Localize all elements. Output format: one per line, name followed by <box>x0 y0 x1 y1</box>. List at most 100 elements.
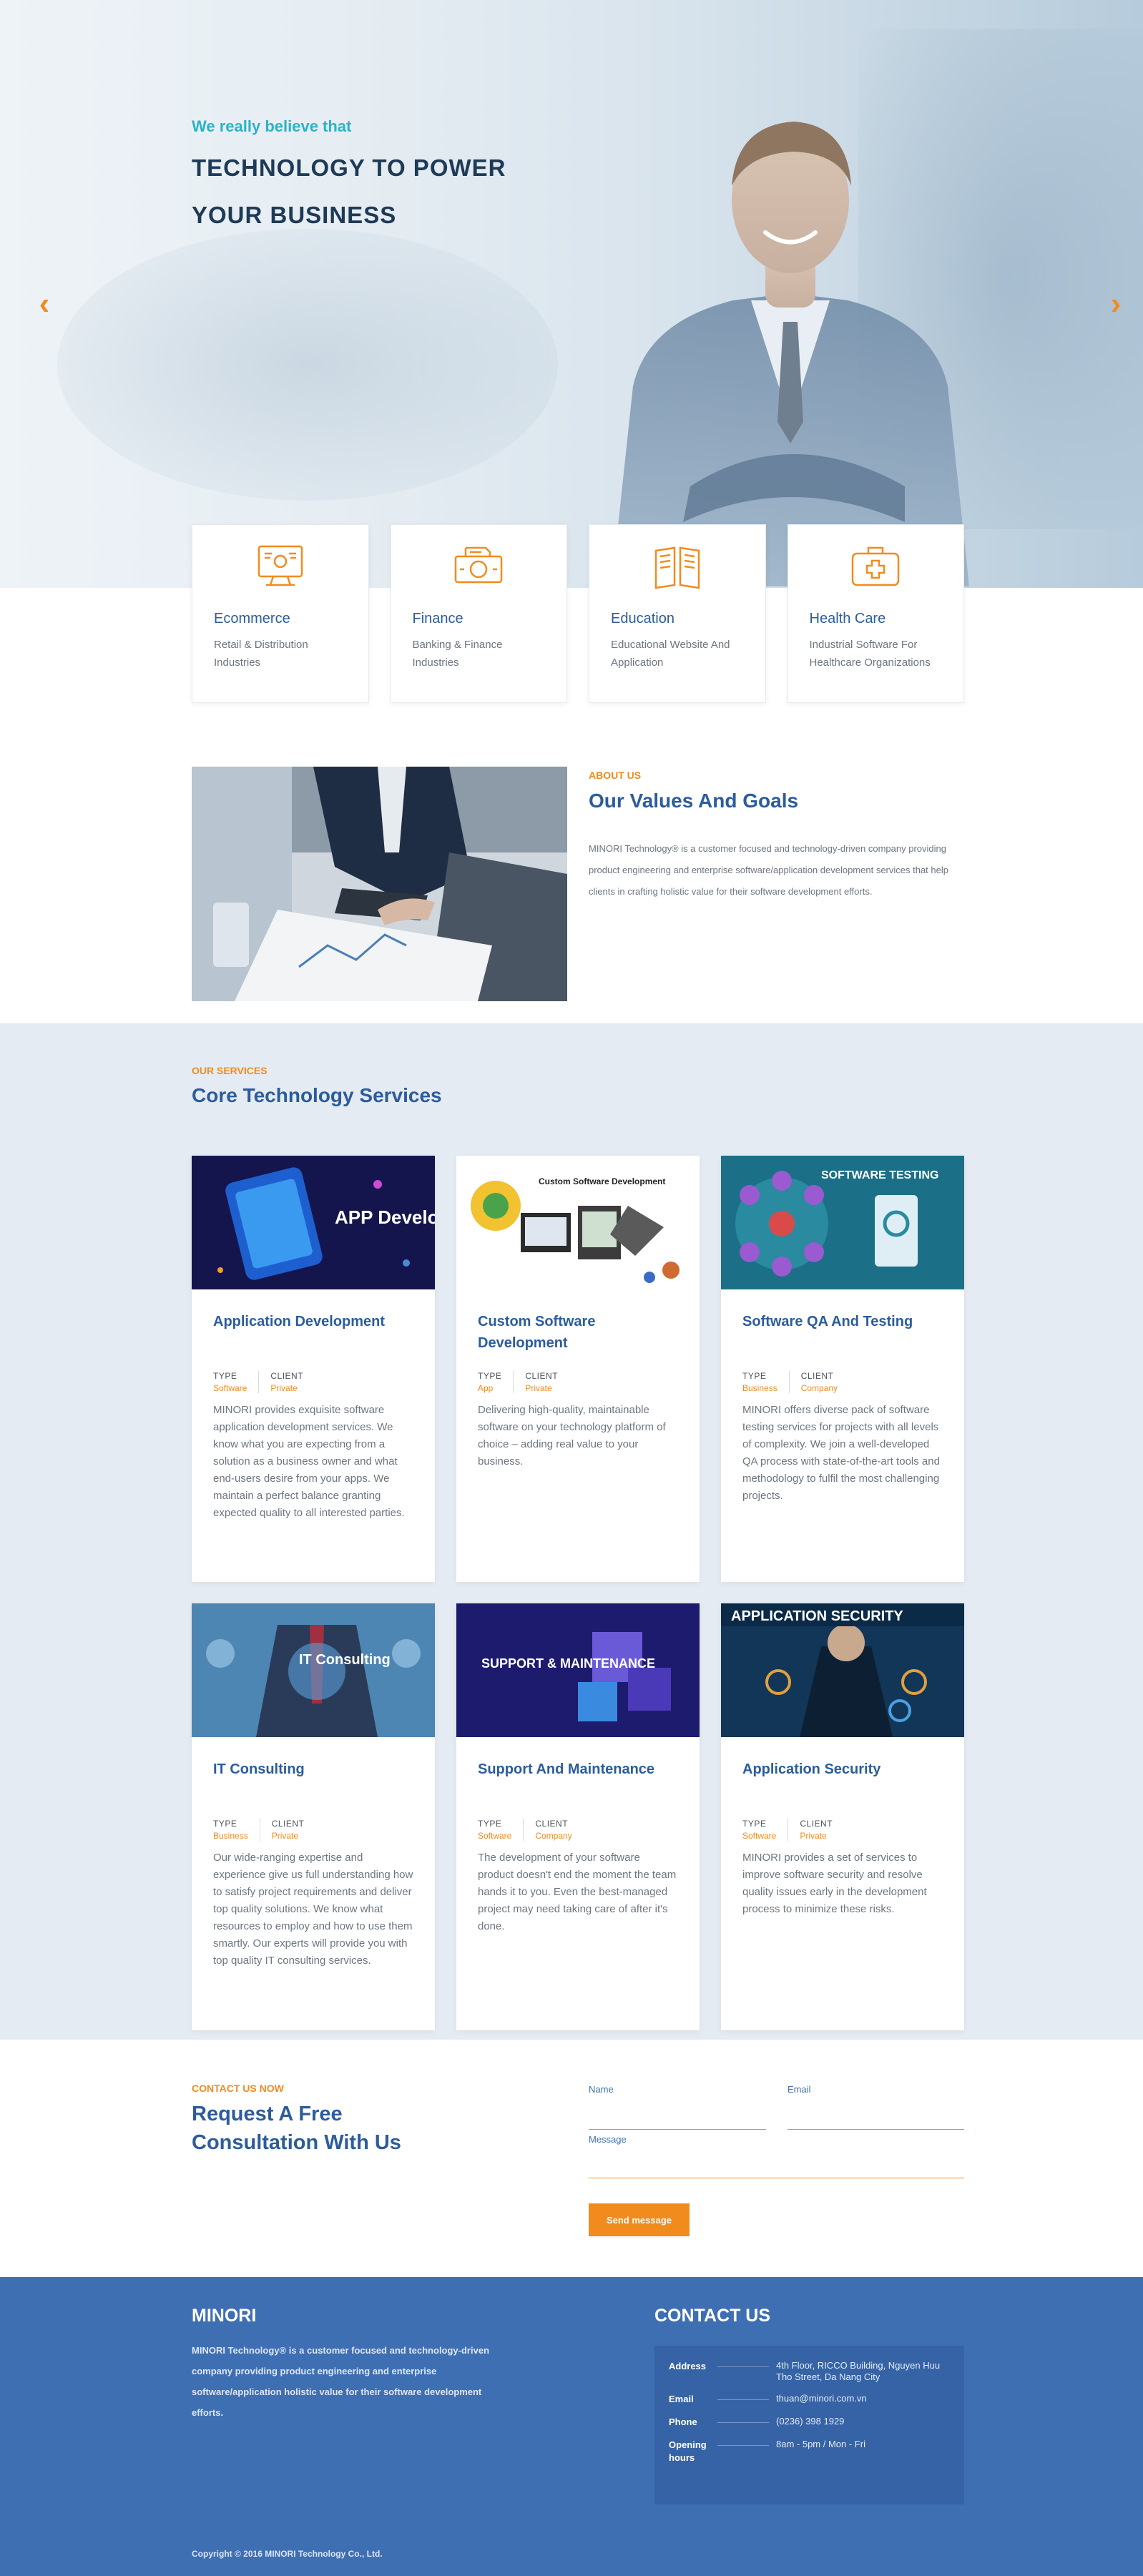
contact-row-hours: Opening hours 8am - 5pm / Mon - Fri <box>669 2439 950 2464</box>
type-value: Software <box>213 1383 247 1393</box>
type-value: Software <box>742 1831 777 1841</box>
send-message-button[interactable]: Send message <box>589 2203 690 2236</box>
service-title: Software QA And Testing <box>742 1314 913 1329</box>
service-image: Custom Software Development <box>456 1156 700 1289</box>
service-title: Custom Software Development <box>478 1314 596 1351</box>
service-image: APPLICATION SECURITY <box>721 1603 964 1737</box>
client-value: Private <box>525 1383 552 1393</box>
service-card-it-consulting[interactable]: IT Consulting IT Consulting TYPE Business… <box>192 1603 435 2030</box>
contact-key: Phone <box>669 2416 776 2429</box>
service-image: APP Development <box>192 1156 435 1289</box>
industry-title: Education <box>611 611 674 626</box>
service-image: SOFTWARE TESTING <box>721 1156 964 1289</box>
contact-row-phone: Phone (0236) 398 1929 <box>669 2416 950 2429</box>
client-value: Private <box>271 1831 299 1841</box>
service-image: IT Consulting <box>192 1603 435 1737</box>
industry-title: Health Care <box>809 611 886 626</box>
message-field[interactable] <box>589 2153 964 2178</box>
service-image-text: SOFTWARE TESTING <box>821 1169 938 1181</box>
service-meta: TYPE App CLIENT Private <box>478 1371 678 1393</box>
industry-desc: Educational Website And Application <box>611 639 730 669</box>
chevron-left-icon[interactable]: ‹ <box>30 287 59 320</box>
service-image: SUPPORT & MAINTENANCE <box>456 1603 700 1737</box>
client-value: Private <box>270 1383 298 1393</box>
footer-contact-box: Address 4th Floor, RICCO Building, Nguye… <box>654 2346 964 2504</box>
chevron-right-icon[interactable]: › <box>1102 287 1130 320</box>
service-image-text: APP Development <box>335 1206 435 1228</box>
client-label: CLIENT <box>525 1371 559 1381</box>
service-card-support-maintenance[interactable]: SUPPORT & MAINTENANCE Support And Mainte… <box>456 1603 700 2030</box>
client-value: Company <box>800 1383 838 1393</box>
client-label: CLIENT <box>271 1819 305 1829</box>
service-card-qa-testing[interactable]: SOFTWARE TESTING Software QA And Testing… <box>721 1156 964 1582</box>
service-card-app-security[interactable]: APPLICATION SECURITY Application Securit… <box>721 1603 964 2030</box>
hero-title-line: YOUR BUSINESS <box>192 202 397 228</box>
about-text: MINORI Technology® is a customer focused… <box>589 843 948 897</box>
type-label: TYPE <box>478 1819 502 1829</box>
name-field[interactable] <box>589 2105 766 2130</box>
service-card-custom-software[interactable]: Custom Software Development Custom Softw… <box>456 1156 700 1582</box>
industry-card-education[interactable]: Education Educational Website And Applic… <box>589 524 766 703</box>
education-icon <box>654 546 700 589</box>
type-label: TYPE <box>213 1819 237 1829</box>
service-desc: Our wide-ranging expertise and experienc… <box>213 1852 413 1967</box>
contact-value: 8am - 5pm / Mon - Fri <box>776 2439 865 2449</box>
service-desc: MINORI offers diverse pack of software t… <box>742 1404 940 1502</box>
hero-title-line: TECHNOLOGY TO POWER <box>192 154 506 181</box>
client-value: Private <box>800 1831 827 1841</box>
industry-card-finance[interactable]: Finance Banking & Finance Industries <box>390 524 567 703</box>
service-title: Application Security <box>742 1761 881 1777</box>
type-label: TYPE <box>213 1371 237 1381</box>
hero-businessman-image <box>612 122 969 586</box>
ecommerce-icon <box>257 545 303 586</box>
service-meta: TYPE Business CLIENT Company <box>742 1371 943 1393</box>
industry-card-ecommerce[interactable]: Ecommerce Retail & Distribution Industri… <box>192 524 369 703</box>
email-field[interactable] <box>788 2105 964 2130</box>
services-title: Core Technology Services <box>192 1084 442 1106</box>
industry-title: Ecommerce <box>214 611 290 626</box>
footer <box>0 2277 1143 2576</box>
contact-title: Request A Free Consultation With Us <box>192 2103 401 2154</box>
about-meeting-image <box>192 767 567 1001</box>
client-label: CLIENT <box>800 1819 833 1829</box>
email-label: Email <box>788 2084 811 2095</box>
service-image-text: IT Consulting <box>299 1652 391 1668</box>
service-desc: MINORI provides a set of services to imp… <box>742 1852 927 1915</box>
copyright: Copyright © 2016 MINORI Technology Co., … <box>192 2549 383 2559</box>
service-image-text: Custom Software Development <box>539 1176 665 1186</box>
service-desc: Delivering high-quality, maintainable so… <box>478 1404 666 1468</box>
service-desc: MINORI provides exquisite software appli… <box>213 1404 405 1519</box>
contact-row-address: Address 4th Floor, RICCO Building, Nguye… <box>669 2360 950 2383</box>
footer-text: MINORI Technology® is a customer focused… <box>192 2345 490 2418</box>
name-label: Name <box>589 2084 614 2095</box>
footer-brand: MINORI <box>192 2306 257 2326</box>
contact-email-link[interactable]: thuan@minori.com.vn <box>776 2393 950 2404</box>
service-desc: The development of your software product… <box>478 1852 677 1932</box>
service-meta: TYPE Software CLIENT Private <box>213 1371 413 1393</box>
client-label: CLIENT <box>800 1371 834 1381</box>
message-label: Message <box>589 2134 627 2145</box>
industry-title: Finance <box>412 611 463 626</box>
contact-kicker: CONTACT US NOW <box>192 2083 284 2094</box>
industry-desc: Banking & Finance Industries <box>412 639 503 669</box>
client-value: Company <box>535 1831 572 1841</box>
industry-desc: Industrial Software For Healthcare Organ… <box>809 639 931 669</box>
type-label: TYPE <box>742 1819 767 1829</box>
contact-row-email: Email thuan@minori.com.vn <box>669 2393 950 2406</box>
industry-desc: Retail & Distribution Industries <box>214 639 308 669</box>
service-card-app-development[interactable]: APP Development Application Development … <box>192 1156 435 1582</box>
about-kicker: ABOUT US <box>589 770 642 781</box>
type-label: TYPE <box>478 1371 502 1381</box>
service-meta: TYPE Business CLIENT Private <box>213 1819 413 1841</box>
service-title: IT Consulting <box>213 1761 305 1777</box>
client-label: CLIENT <box>270 1371 304 1381</box>
contact-key: Opening hours <box>669 2439 707 2463</box>
type-value: App <box>478 1383 494 1393</box>
type-label: TYPE <box>742 1371 767 1381</box>
service-image-text: APPLICATION SECURITY <box>731 1608 903 1624</box>
industry-card-healthcare[interactable]: Health Care Industrial Software For Heal… <box>787 524 964 703</box>
contact-value: 4th Floor, RICCO Building, Nguyen Huu Th… <box>776 2360 941 2382</box>
hero-banner: We really believe that TECHNOLOGY TO POW… <box>0 0 1143 588</box>
service-title: Support And Maintenance <box>478 1761 655 1777</box>
service-meta: TYPE Software CLIENT Company <box>478 1819 678 1841</box>
